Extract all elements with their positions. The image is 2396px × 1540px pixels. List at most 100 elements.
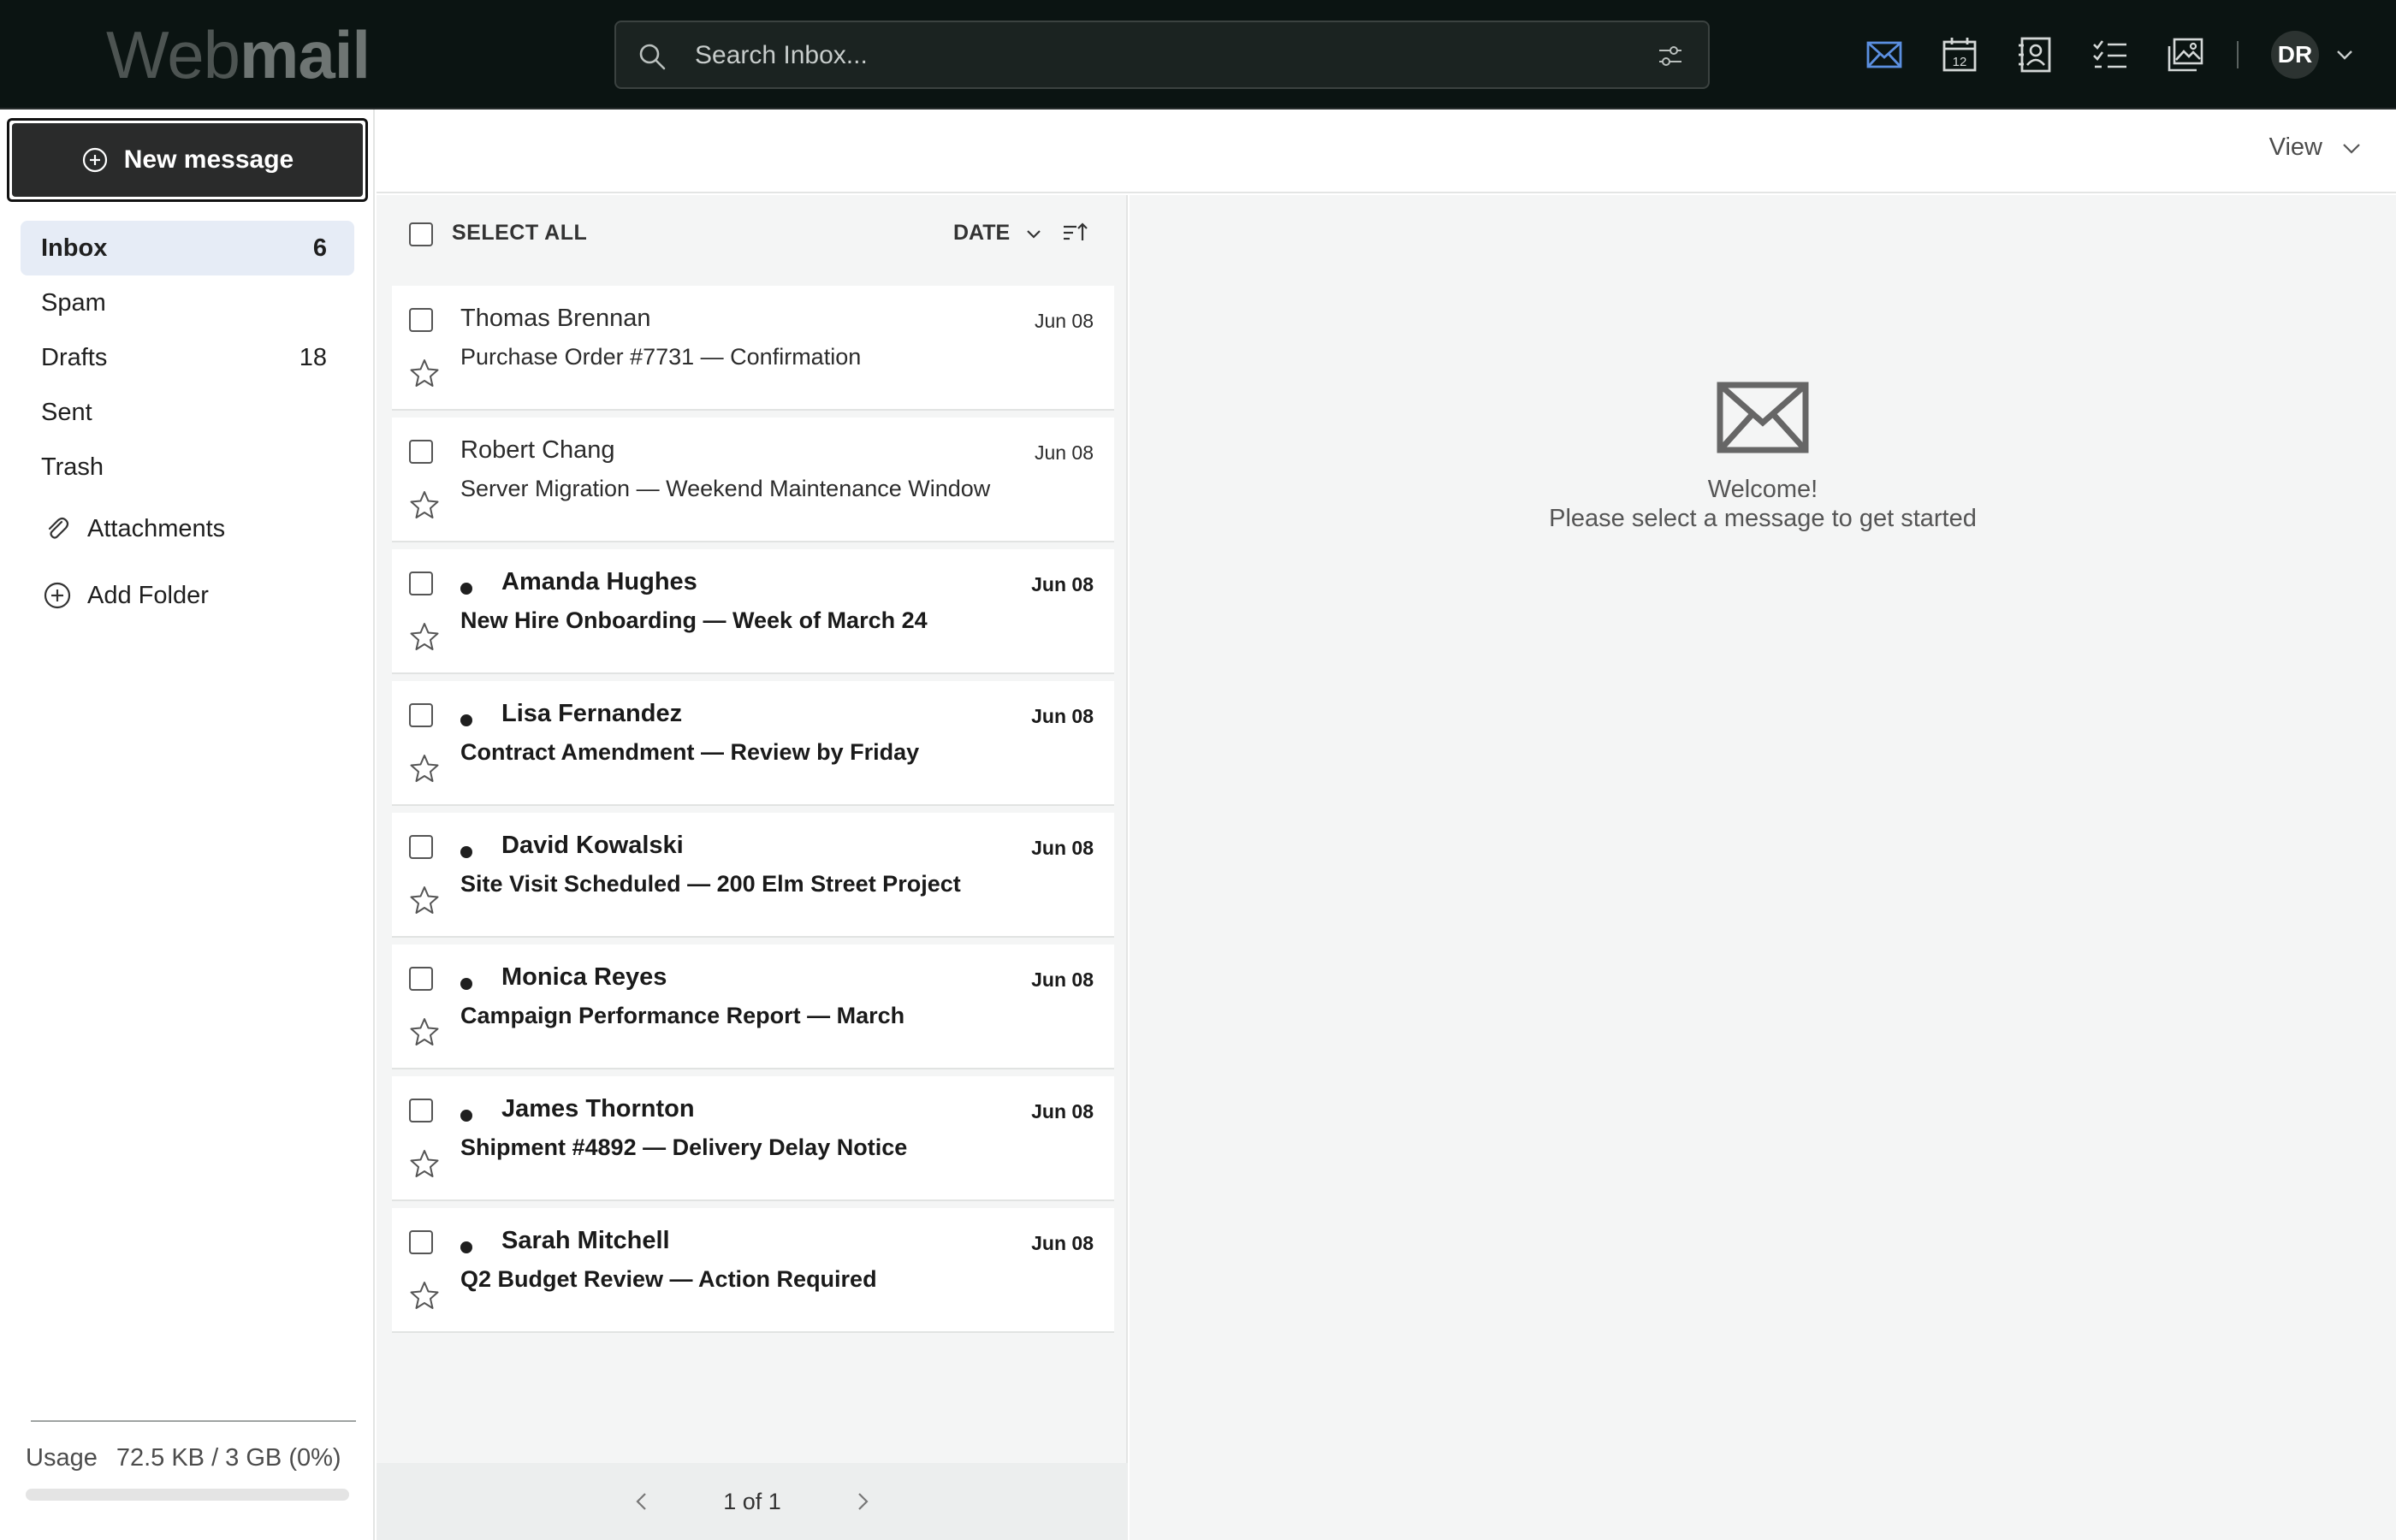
- message-date: Jun 08: [1034, 441, 1094, 464]
- contacts-icon[interactable]: [2014, 34, 2055, 75]
- message-list-item[interactable]: Monica Reyes Campaign Performance Report …: [392, 945, 1114, 1069]
- chevron-left-icon[interactable]: [629, 1489, 655, 1514]
- calendar-icon[interactable]: 12: [1939, 34, 1980, 75]
- message-subject: Campaign Performance Report — March: [460, 1003, 905, 1028]
- star-icon[interactable]: [409, 489, 440, 520]
- message-checkbox[interactable]: [409, 703, 433, 727]
- sidebar-item-inbox[interactable]: Inbox 6: [21, 221, 354, 275]
- star-icon[interactable]: [409, 358, 440, 388]
- photos-icon[interactable]: [2165, 34, 2206, 75]
- message-subject: Purchase Order #7731 — Confirmation: [460, 344, 862, 370]
- message-checkbox[interactable]: [409, 572, 433, 595]
- message-sender: Robert Chang: [460, 436, 615, 464]
- new-message-label: New message: [123, 145, 294, 174]
- paperclip-icon: [48, 517, 69, 539]
- add-folder-button[interactable]: Add Folder: [43, 575, 209, 616]
- message-subject: Site Visit Scheduled — 200 Elm Street Pr…: [460, 871, 961, 897]
- sidebar-item-spam[interactable]: Spam: [21, 275, 354, 330]
- star-icon[interactable]: [409, 1016, 440, 1047]
- message-list-item[interactable]: David Kowalski Site Visit Scheduled — 200…: [392, 813, 1114, 938]
- plus-circle-icon: [82, 147, 107, 173]
- mail-icon[interactable]: [1864, 34, 1905, 75]
- star-icon[interactable]: [409, 1148, 440, 1179]
- message-date: Jun 08: [1031, 837, 1094, 859]
- folder-label: Trash: [41, 453, 104, 481]
- message-date: Jun 08: [1031, 705, 1094, 727]
- new-message-button[interactable]: New message: [12, 123, 363, 197]
- app-logo[interactable]: Webmail: [106, 17, 371, 92]
- message-sender: Thomas Brennan: [460, 305, 651, 332]
- tasks-icon[interactable]: [2090, 34, 2131, 75]
- message-list-item[interactable]: Lisa Fernandez Contract Amendment — Revie…: [392, 681, 1114, 806]
- envelope-icon: [1717, 382, 1809, 453]
- user-avatar[interactable]: DR: [2271, 31, 2319, 79]
- chevron-down-icon: [1027, 229, 1041, 239]
- unread-dot-icon: [460, 978, 472, 990]
- message-checkbox[interactable]: [409, 1230, 433, 1254]
- search-box: [614, 21, 1710, 89]
- search-filter-icon[interactable]: [1657, 43, 1684, 70]
- sort-by-dropdown[interactable]: DATE: [953, 221, 1044, 246]
- folder-label: Drafts: [41, 343, 108, 371]
- topnav-divider: [2237, 41, 2239, 68]
- sidebar-item-sent[interactable]: Sent: [21, 385, 354, 440]
- message-date: Jun 08: [1031, 968, 1094, 991]
- message-checkbox[interactable]: [409, 308, 433, 332]
- sort-order-icon[interactable]: [1061, 219, 1088, 246]
- message-list-item[interactable]: Sarah Mitchell Q2 Budget Review — Action …: [392, 1208, 1114, 1333]
- sort-label: DATE: [953, 221, 1011, 245]
- folder-count: 18: [299, 343, 327, 371]
- message-list-item[interactable]: Amanda Hughes New Hire Onboarding — Week …: [392, 549, 1114, 674]
- view-header: View: [377, 111, 2396, 193]
- unread-dot-icon: [460, 846, 472, 858]
- search-input[interactable]: [695, 34, 1602, 77]
- chevron-down-icon[interactable]: [2334, 44, 2355, 65]
- star-icon[interactable]: [409, 753, 440, 784]
- select-all-checkbox[interactable]: [409, 222, 433, 246]
- storage-usage: Usage 72.5 KB / 3 GB (0%): [26, 1444, 341, 1472]
- sidebar: New message Inbox 6 Spam Drafts 18 Sent …: [0, 110, 375, 1540]
- message-checkbox[interactable]: [409, 835, 433, 859]
- usage-progress-bar: [26, 1489, 349, 1501]
- folder-label: Sent: [41, 398, 92, 426]
- pagination: 1 of 1: [377, 1463, 1128, 1540]
- usage-divider: [31, 1420, 356, 1422]
- message-checkbox[interactable]: [409, 1099, 433, 1122]
- message-sender: Sarah Mitchell: [501, 1227, 670, 1254]
- message-list-item[interactable]: Thomas Brennan Purchase Order #7731 — Con…: [392, 286, 1114, 411]
- message-subject: Shipment #4892 — Delivery Delay Notice: [460, 1134, 908, 1160]
- star-icon[interactable]: [409, 1280, 440, 1311]
- message-checkbox[interactable]: [409, 440, 433, 464]
- message-sender: Amanda Hughes: [501, 568, 697, 595]
- unread-dot-icon: [460, 714, 472, 726]
- message-subject: New Hire Onboarding — Week of March 24: [460, 607, 928, 633]
- calendar-day: 12: [1953, 55, 1967, 69]
- sidebar-item-drafts[interactable]: Drafts 18: [21, 330, 354, 385]
- new-message-focus-ring: New message: [7, 118, 368, 202]
- message-date: Jun 08: [1031, 1232, 1094, 1254]
- message-sender: Monica Reyes: [501, 963, 667, 991]
- select-all-label[interactable]: SELECT ALL: [452, 221, 587, 246]
- message-date: Jun 08: [1031, 1100, 1094, 1122]
- logo-text-light: Web: [106, 17, 240, 92]
- chevron-right-icon[interactable]: [850, 1489, 875, 1514]
- reading-pane: [1130, 195, 2396, 1540]
- sidebar-item-trash[interactable]: Trash: [21, 440, 354, 495]
- message-sender: David Kowalski: [501, 832, 684, 859]
- view-dropdown[interactable]: View: [2269, 133, 2363, 162]
- unread-dot-icon: [460, 1110, 472, 1122]
- star-icon[interactable]: [409, 621, 440, 652]
- message-checkbox[interactable]: [409, 967, 433, 991]
- message-subject: Q2 Budget Review — Action Required: [460, 1266, 877, 1292]
- search-icon: [639, 44, 666, 70]
- message-list-item[interactable]: James Thornton Shipment #4892 — Delivery …: [392, 1076, 1114, 1201]
- message-subject: Server Migration — Weekend Maintenance W…: [460, 476, 991, 501]
- usage-value: 72.5 KB / 3 GB (0%): [116, 1444, 341, 1472]
- attachments-label: Attachments: [87, 514, 226, 542]
- sidebar-item-attachments[interactable]: Attachments: [43, 508, 225, 549]
- view-label: View: [2268, 133, 2322, 161]
- message-list-item[interactable]: Robert Chang Server Migration — Weekend M…: [392, 418, 1114, 542]
- star-icon[interactable]: [409, 885, 440, 915]
- welcome-title: Welcome!: [1707, 476, 1818, 503]
- welcome-text: Please select a message to get started: [1549, 505, 1977, 532]
